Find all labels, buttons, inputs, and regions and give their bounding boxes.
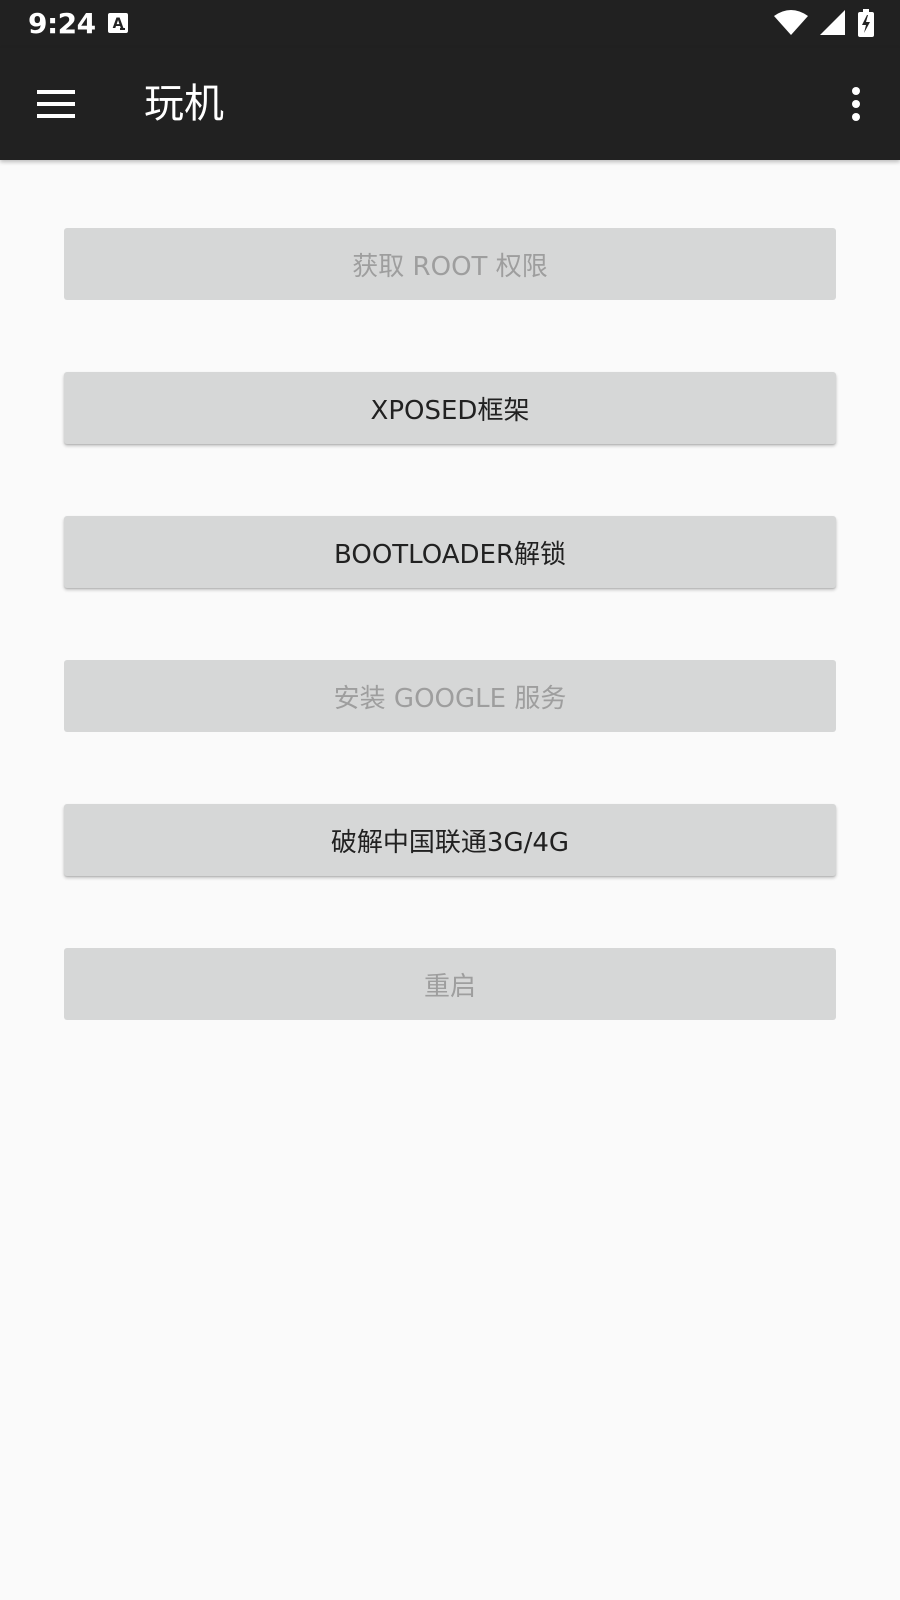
hamburger-menu-icon[interactable] bbox=[26, 74, 86, 134]
reboot-label: 重启 bbox=[423, 971, 476, 1002]
get-root-label: 获取 ROOT 权限 bbox=[352, 251, 548, 282]
crack-unicom-label: 破解中国联通3G/4G bbox=[330, 827, 570, 858]
xposed-framework-label: XPOSED框架 bbox=[370, 395, 530, 426]
crack-unicom-button[interactable]: 破解中国联通3G/4G bbox=[64, 804, 836, 876]
app-bar: 玩机 bbox=[0, 48, 900, 160]
status-icons bbox=[774, 9, 874, 41]
notification-a-icon: A bbox=[108, 13, 128, 37]
reboot-button: 重启 bbox=[64, 948, 836, 1020]
status-bar: 9:24 A bbox=[0, 0, 900, 48]
wifi-icon bbox=[774, 10, 808, 40]
bootloader-unlock-label: BOOTLOADER解锁 bbox=[333, 539, 567, 570]
get-root-button: 获取 ROOT 权限 bbox=[64, 228, 836, 300]
more-vert-icon[interactable] bbox=[836, 74, 876, 134]
battery-charging-icon bbox=[858, 9, 874, 41]
cell-signal-icon bbox=[820, 10, 846, 40]
xposed-framework-button[interactable]: XPOSED框架 bbox=[64, 372, 836, 444]
app-title: 玩机 bbox=[144, 81, 224, 127]
status-time: 9:24 bbox=[28, 7, 96, 40]
bootloader-unlock-button[interactable]: BOOTLOADER解锁 bbox=[64, 516, 836, 588]
install-google-services-button: 安装 GOOGLE 服务 bbox=[64, 660, 836, 732]
install-google-services-label: 安装 GOOGLE 服务 bbox=[333, 683, 567, 714]
